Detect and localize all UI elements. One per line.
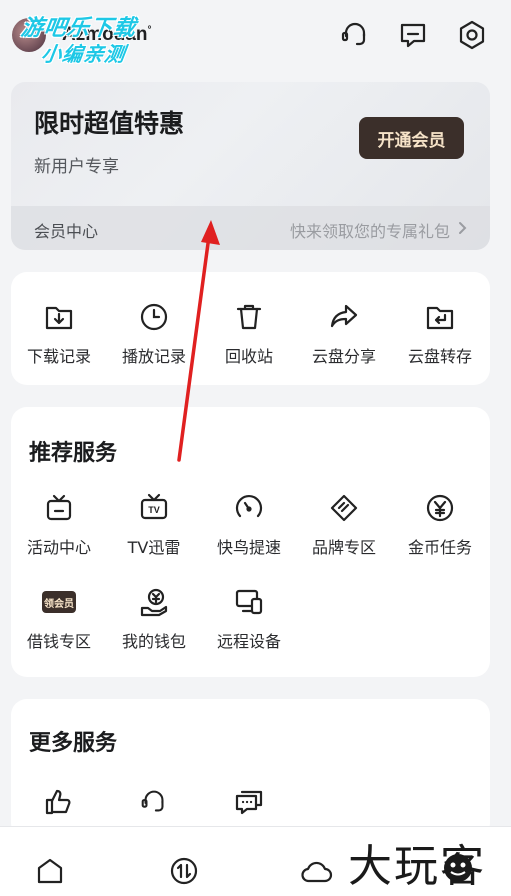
service-item[interactable]: TV TV迅雷 [106, 491, 202, 558]
quick-action-download-record[interactable]: 下载记录 [11, 300, 107, 367]
chat-feedback-icon [201, 785, 297, 819]
quick-action-play-record[interactable]: 播放记录 [106, 300, 202, 367]
settings-icon[interactable] [455, 18, 489, 52]
folder-return-icon [392, 300, 488, 334]
service-item[interactable]: 品牌专区 [296, 491, 392, 558]
headset-icon[interactable] [338, 18, 372, 52]
service-item[interactable]: 快鸟提速 [201, 491, 297, 558]
quick-action-label: 云盘分享 [311, 347, 376, 366]
share-arrow-icon [296, 300, 392, 334]
thumbs-up-icon [11, 785, 107, 819]
vip-promo-card[interactable]: 限时超值特惠 新用户专享 开通会员 会员中心 快来领取您的专属礼包 [11, 82, 490, 250]
clock-icon [106, 300, 202, 334]
recommended-services-card: 推荐服务 活动中心 TV TV迅雷 快鸟提速 品牌专区 金币任务 领会员 借钱专… [11, 407, 490, 677]
quick-action-label: 播放记录 [121, 347, 186, 366]
service-item[interactable]: 活动中心 [11, 491, 107, 558]
quick-action-label: 云盘转存 [407, 347, 472, 366]
top-header: Azmodan° 游吧乐下载 小编亲测 [0, 0, 511, 76]
trash-icon [201, 300, 297, 334]
wallet-hand-icon [106, 585, 202, 619]
promo-title: 限时超值特惠 [34, 109, 185, 138]
vip-badge-icon: 领会员 [11, 585, 107, 619]
remote-device-icon [201, 585, 297, 619]
section-title-recommended: 推荐服务 [29, 441, 118, 466]
member-center-label: 会员中心 [34, 222, 99, 241]
service-label: 金币任务 [407, 538, 472, 557]
more-service-item[interactable] [106, 785, 202, 819]
service-label: 快鸟提速 [216, 538, 281, 557]
site-watermark: 游吧乐下载 小编亲测 [4, 8, 162, 66]
vip-badge: 领会员 [42, 591, 76, 613]
member-center-bar[interactable]: 会员中心 快来领取您的专属礼包 [11, 206, 490, 250]
quick-action-recycle-bin[interactable]: 回收站 [201, 300, 297, 367]
transfer-icon[interactable] [168, 855, 200, 887]
service-item[interactable]: 我的钱包 [106, 585, 202, 652]
promo-subtitle: 新用户专享 [34, 157, 119, 177]
watermark-line-2: 小编亲测 [39, 42, 128, 66]
chevron-right-icon [459, 222, 467, 234]
service-label: TV迅雷 [127, 538, 181, 557]
service-label: 品牌专区 [311, 538, 376, 557]
more-service-item[interactable] [11, 785, 107, 819]
service-item[interactable]: 远程设备 [201, 585, 297, 652]
open-vip-button[interactable]: 开通会员 [359, 117, 464, 159]
watermark-face-icon [444, 854, 472, 882]
more-services-card: 更多服务 [11, 699, 490, 839]
quick-action-cloud-share[interactable]: 云盘分享 [296, 300, 392, 367]
quick-actions-card: 下载记录 播放记录 回收站 云盘分享 云盘转存 [11, 272, 490, 385]
quick-action-cloud-save[interactable]: 云盘转存 [392, 300, 488, 367]
quick-action-label: 下载记录 [26, 347, 91, 366]
quick-action-label: 回收站 [224, 347, 273, 366]
service-item[interactable]: 领会员 借钱专区 [11, 585, 107, 652]
home-icon[interactable] [34, 855, 66, 887]
headset-icon [106, 785, 202, 819]
service-label: 我的钱包 [121, 632, 186, 651]
gift-text: 快来领取您的专属礼包 [289, 222, 450, 241]
service-label: 远程设备 [216, 632, 281, 651]
svg-text:TV: TV [148, 505, 160, 515]
service-label: 活动中心 [26, 538, 91, 557]
speedometer-icon [201, 491, 297, 525]
service-item[interactable]: 金币任务 [392, 491, 488, 558]
cloud-icon[interactable] [301, 855, 333, 887]
more-service-item[interactable] [201, 785, 297, 819]
download-folder-icon [11, 300, 107, 334]
activity-tv-icon [11, 491, 107, 525]
tv-icon: TV [106, 491, 202, 525]
message-icon[interactable] [396, 18, 430, 52]
yen-coin-icon [392, 491, 488, 525]
service-label: 借钱专区 [26, 632, 91, 651]
section-title-more: 更多服务 [29, 731, 118, 756]
brand-tag-icon [296, 491, 392, 525]
